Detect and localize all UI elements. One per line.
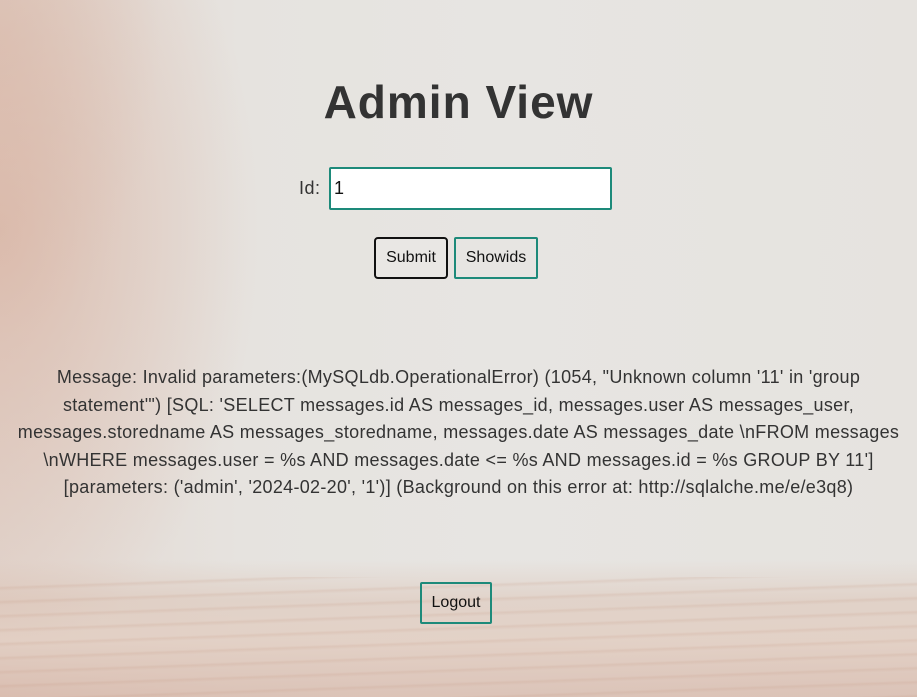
error-message: Message: Invalid parameters:(MySQLdb.Ope…: [17, 367, 900, 497]
submit-button[interactable]: Submit: [374, 237, 448, 279]
showids-button[interactable]: Showids: [454, 237, 538, 279]
id-input[interactable]: [329, 167, 612, 210]
admin-view-page: Admin View Id: Submit Showids Message: I…: [0, 0, 917, 697]
page-title: Admin View: [323, 76, 594, 128]
id-label: Id:: [299, 178, 321, 198]
logout-button[interactable]: Logout: [420, 582, 492, 624]
